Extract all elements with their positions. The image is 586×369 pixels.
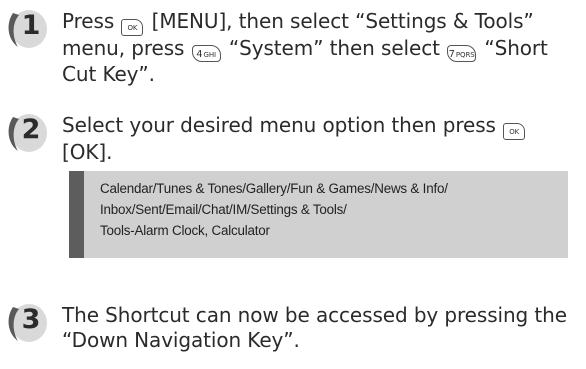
note-line: Calendar/Tunes & Tones/Gallery/Fun & Gam… [100,181,448,196]
step-text-run: Select your desired menu option then pre… [62,113,503,137]
key-digit: 7 [448,49,455,60]
note-text: Calendar/Tunes & Tones/Gallery/Fun & Gam… [84,171,448,258]
step-number: 1 [21,10,41,41]
key-letters: GHI [203,51,217,59]
step-number-badge-icon: 2 [4,107,50,157]
step-number-badge-icon: 1 [4,3,50,53]
step-number-badge-icon: 3 [4,297,50,347]
step-text-run: Press [62,9,121,33]
note-line: Tools-Alarm Clock, Calculator [100,223,270,238]
key-digit: 4 [196,49,203,60]
step-text-run: The Shortcut can now be accessed by pres… [62,303,567,352]
step-number: 2 [21,114,41,145]
key-letters: PQRS [455,51,475,59]
menu-options-note: Calendar/Tunes & Tones/Gallery/Fun & Gam… [69,171,568,258]
step-text: Press OK [MENU], then select “Settings &… [62,9,578,87]
number-7-key-icon: 7PQRS [447,45,477,62]
step-text: Select your desired menu option then pre… [62,113,578,165]
ok-key-icon: OK [121,19,144,36]
note-line: Inbox/Sent/Email/Chat/IM/Settings & Tool… [100,202,347,217]
ok-key-icon: OK [503,123,526,140]
step-text-run: “System” then select [222,36,447,60]
step-number: 3 [21,304,41,335]
number-4-key-icon: 4GHI [191,45,221,62]
note-accent-bar [69,171,84,258]
step-text-run: [OK]. [62,140,113,164]
step-text: The Shortcut can now be accessed by pres… [62,303,578,353]
